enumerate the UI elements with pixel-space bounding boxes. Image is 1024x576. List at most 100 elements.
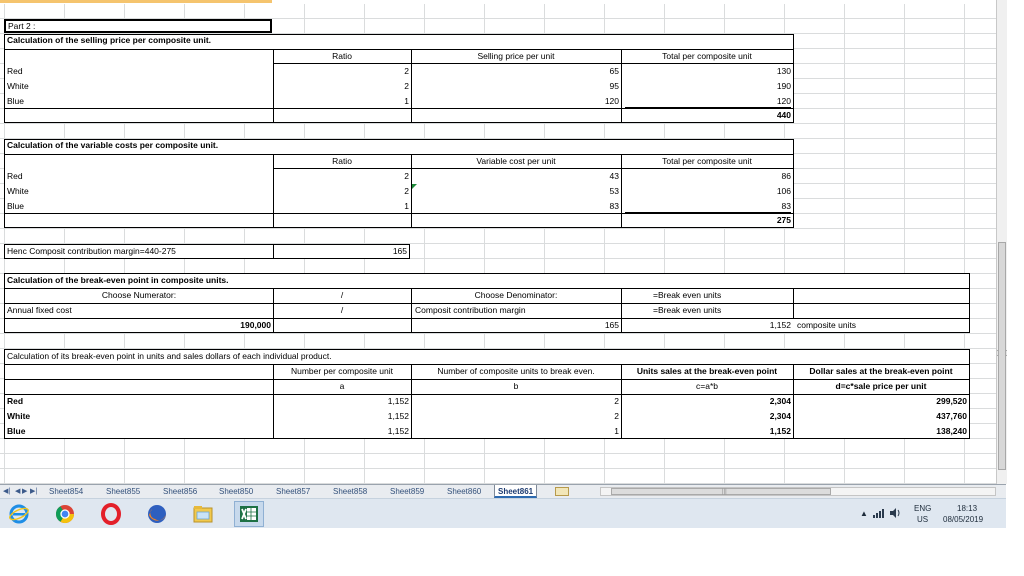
units-sales-header: Units sales at the break-even point [636, 366, 778, 376]
contribution-margin-row: Henc Composit contribution margin=440-27… [4, 244, 410, 259]
tab-sheet857[interactable]: Sheet857 [273, 485, 313, 498]
insert-sheet-icon[interactable] [555, 487, 569, 496]
denominator-label: Choose Denominator: [474, 290, 558, 300]
cost-blue: 83 [609, 201, 619, 211]
ratio-header: Ratio [332, 51, 352, 61]
ccm-label: Composit contribution margin [415, 305, 526, 315]
contribution-margin-label: Henc Composit contribution margin=440-27… [7, 246, 176, 256]
a-white: 1,152 [387, 411, 409, 421]
sub-header-b: b [513, 381, 519, 391]
row-label-blue-2: Blue [7, 201, 25, 211]
cost-white: 53 [609, 186, 619, 196]
tray-expand-icon[interactable]: ▲ [860, 509, 868, 519]
result-label-1: =Break even units [653, 290, 722, 300]
next-sheet-icon[interactable]: ▶ [22, 487, 27, 495]
product-label-red: Red [7, 396, 24, 406]
composite-units-header: Number of composite units to break even. [437, 366, 595, 376]
internet-explorer-icon[interactable] [8, 503, 30, 525]
slash-2: / [340, 305, 344, 315]
ratio-header-2: Ratio [332, 156, 352, 166]
selling-price-title: Calculation of the selling price per com… [7, 35, 212, 45]
tab-sheet861[interactable]: Sheet861 [494, 485, 538, 498]
cost-total-white: 106 [776, 186, 791, 196]
numerator-label: Choose Numerator: [101, 290, 177, 300]
tab-sheet854[interactable]: Sheet854 [46, 485, 86, 498]
break-even-composite-section: Calculation of the break-even point in c… [4, 273, 970, 333]
horizontal-scroll-thumb[interactable]: ||| [611, 488, 831, 495]
network-signal-icon[interactable] [872, 508, 886, 518]
clock-time[interactable]: 18:13 [957, 504, 977, 514]
chrome-icon[interactable] [54, 503, 76, 525]
d-red: 299,520 [936, 396, 967, 406]
tab-sheet850[interactable]: Sheet850 [216, 485, 256, 498]
selling-price-grand-total: 440 [776, 110, 791, 120]
firefox-icon[interactable] [146, 503, 168, 525]
vertical-scroll-thumb[interactable] [998, 242, 1006, 470]
product-label-blue: Blue [7, 426, 26, 436]
c-blue: 1,152 [769, 426, 791, 436]
b-blue: 1 [614, 426, 619, 436]
number-per-composite-header: Number per composite unit [290, 366, 394, 376]
region-label[interactable]: US [917, 515, 928, 525]
variable-cost-title: Calculation of the variable costs per co… [7, 140, 219, 150]
fixed-cost-label: Annual fixed cost [7, 305, 72, 315]
scroll-grip-icon: ||| [722, 489, 727, 495]
products-title: Calculation of its break-even point in u… [7, 351, 332, 361]
ratio-blue-2: 1 [404, 201, 409, 211]
clock-date[interactable]: 08/05/2019 [943, 515, 983, 525]
prev-sheet-icon[interactable]: ◀ [15, 487, 20, 495]
vertical-scrollbar[interactable] [996, 0, 1007, 484]
break-even-title: Calculation of the break-even point in c… [7, 275, 229, 285]
c-white: 2,304 [769, 411, 791, 421]
d-white: 437,760 [936, 411, 967, 421]
ratio-white-2: 2 [404, 186, 409, 196]
price-white: 95 [609, 81, 619, 91]
total-white: 190 [776, 81, 791, 91]
variable-cost-header: Variable cost per unit [476, 156, 556, 166]
tab-sheet860[interactable]: Sheet860 [444, 485, 484, 498]
tab-sheet855[interactable]: Sheet855 [103, 485, 143, 498]
ratio-red: 2 [404, 66, 409, 76]
language-label[interactable]: ENG [914, 504, 931, 514]
last-sheet-icon[interactable]: ▶| [30, 487, 37, 495]
file-explorer-icon[interactable] [192, 503, 214, 525]
fixed-cost-value: 190,000 [240, 320, 271, 330]
tab-sheet856[interactable]: Sheet856 [160, 485, 200, 498]
total-composite-header: Total per composite unit [662, 51, 752, 61]
a-red: 1,152 [387, 396, 409, 406]
cost-red: 43 [609, 171, 619, 181]
spreadsheet-grid[interactable]: Part 2 : Calculation of the selling pric… [0, 0, 1006, 484]
tab-sheet858[interactable]: Sheet858 [330, 485, 370, 498]
part-label-cell[interactable]: Part 2 : [4, 19, 272, 33]
product-label-white: White [7, 411, 31, 421]
excel-icon [240, 506, 258, 522]
slash-1: / [340, 290, 344, 300]
windows-taskbar: ▲ ENG US 18:13 08/05/2019 [0, 498, 1006, 528]
variable-cost-section: Calculation of the variable costs per co… [4, 139, 794, 228]
volume-icon[interactable] [889, 508, 901, 518]
contribution-margin-value: 165 [392, 246, 407, 256]
part-label: Part 2 : [8, 21, 36, 31]
c-red: 2,304 [769, 396, 791, 406]
tab-sheet859[interactable]: Sheet859 [387, 485, 427, 498]
ratio-red-2: 2 [404, 171, 409, 181]
sub-header-d: d=c*sale price per unit [835, 381, 927, 391]
excel-icon-frame[interactable] [234, 501, 264, 527]
sub-header-c: c=a*b [696, 381, 718, 391]
first-sheet-icon[interactable]: ◀| [3, 487, 10, 495]
variable-cost-grand-total: 275 [776, 215, 791, 225]
row-label-white-2: White [7, 186, 29, 196]
selling-price-header: Selling price per unit [477, 51, 555, 61]
result-label-2: =Break even units [653, 305, 722, 315]
price-red: 65 [609, 66, 619, 76]
total-blue: 120 [776, 96, 791, 106]
break-even-units-value: 1,152 [769, 320, 791, 330]
dollar-sales-header: Dollar sales at the break-even point [809, 366, 953, 376]
ratio-white: 2 [404, 81, 409, 91]
opera-icon[interactable] [100, 503, 122, 525]
cost-total-blue: 83 [781, 201, 791, 211]
d-blue: 138,240 [936, 426, 967, 436]
break-even-products-section: Calculation of its break-even point in u… [4, 349, 970, 439]
sub-header-a: a [339, 381, 345, 391]
horizontal-scrollbar[interactable]: ||| [600, 487, 996, 496]
